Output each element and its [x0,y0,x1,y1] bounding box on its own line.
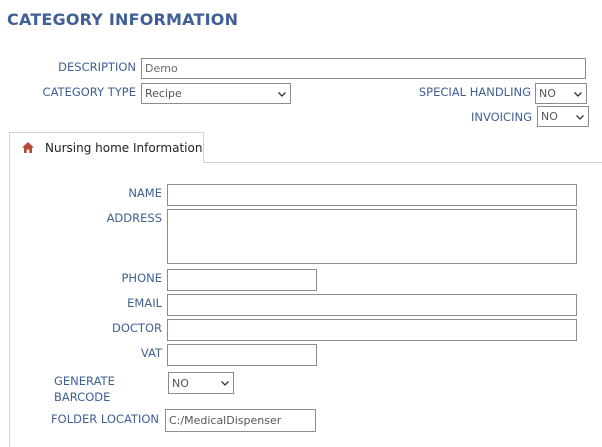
email-label: EMAIL [127,296,162,310]
invoicing-select[interactable]: NO [537,106,589,127]
email-input[interactable] [167,294,577,316]
generate-barcode-select[interactable]: NO [168,372,234,394]
chevron-down-icon [574,91,582,97]
generate-barcode-label-line2: BARCODE [54,390,111,404]
folder-location-input[interactable]: C:/MedicalDispenser [165,409,316,432]
chevron-down-icon [576,114,584,120]
doctor-label: DOCTOR [111,321,162,335]
description-input[interactable]: Demo [141,58,586,79]
address-label: ADDRESS [106,211,162,225]
phone-input[interactable] [167,269,317,291]
phone-label: PHONE [121,271,162,285]
chevron-down-icon [278,91,286,97]
address-textarea[interactable] [167,209,577,264]
doctor-input[interactable] [167,319,577,341]
special-handling-select[interactable]: NO [535,83,587,104]
chevron-down-icon [221,381,229,386]
generate-barcode-label-line1: GENERATE [54,374,115,388]
generate-barcode-value: NO [172,376,189,390]
name-label: NAME [128,186,162,200]
tab-nursing-home-information[interactable]: Nursing home Information [9,132,204,163]
vat-label: VAT [140,346,162,360]
invoicing-label: INVOICING [470,110,532,124]
invoicing-value: NO [541,110,558,123]
name-input[interactable] [167,184,577,206]
description-label: DESCRIPTION [58,60,136,74]
folder-location-label: FOLDER LOCATION [51,412,159,426]
category-type-label: CATEGORY TYPE [42,85,136,99]
special-handling-label: SPECIAL HANDLING [418,85,531,99]
vat-input[interactable] [167,344,317,366]
special-handling-value: NO [539,87,556,100]
category-type-select[interactable]: Recipe [141,83,291,104]
tab-label: Nursing home Information [45,140,203,155]
page-title: CATEGORY INFORMATION [7,10,239,29]
home-icon [22,142,34,153]
category-type-value: Recipe [145,87,182,100]
